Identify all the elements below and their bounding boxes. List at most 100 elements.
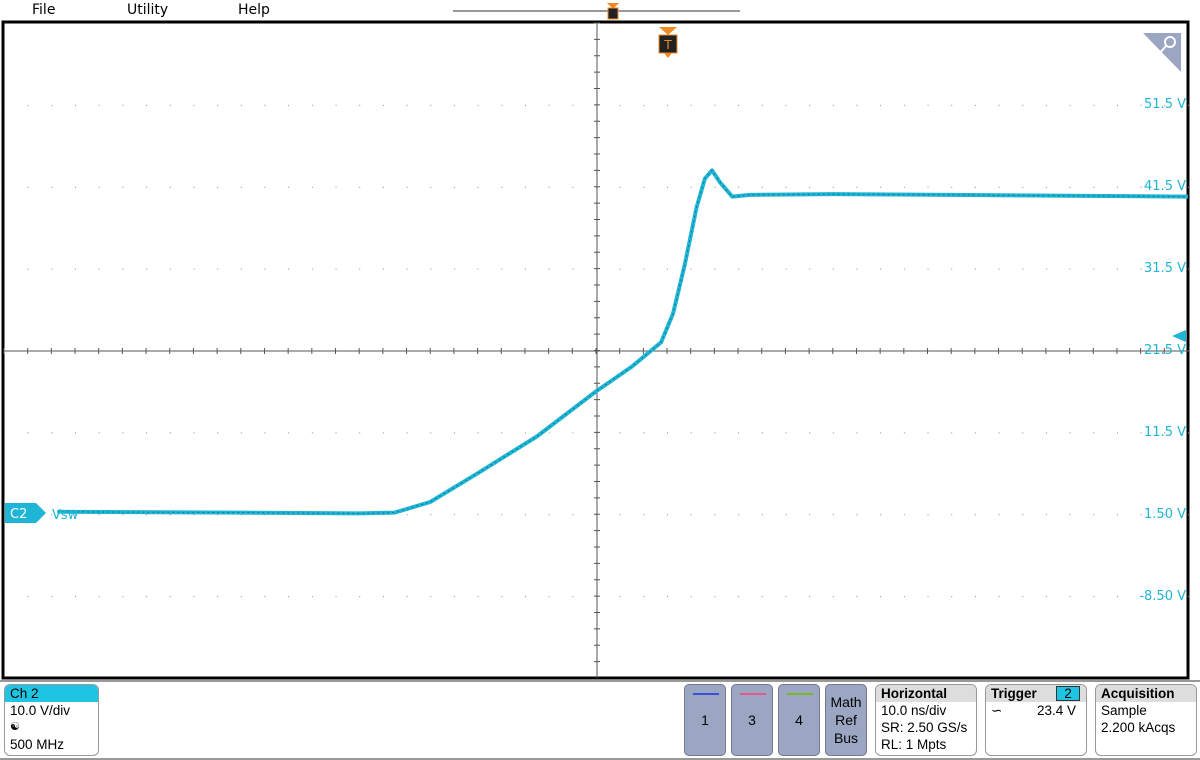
math-ref-bus-button[interactable]: Math Ref Bus: [825, 684, 867, 756]
grid-dot: [122, 596, 124, 598]
grid-dot: [98, 104, 100, 106]
grid-dot: [785, 432, 787, 434]
grid-dot: [1022, 268, 1024, 270]
grid-dot: [51, 104, 53, 106]
trigger-position-marker[interactable]: T: [658, 27, 678, 58]
acquisition-title: Acquisition: [1096, 685, 1196, 702]
acquisition-mode: Sample: [1101, 703, 1147, 718]
grid-dot: [572, 104, 574, 106]
grid-dot: [406, 596, 408, 598]
grid-dot: [998, 514, 1000, 516]
ch2-badge[interactable]: Ch 2 10.0 V/div ☯ 500 MHz: [4, 684, 99, 756]
grid-dot: [146, 186, 148, 188]
grid-dot: [927, 514, 929, 516]
zoom-button[interactable]: [1143, 33, 1181, 72]
grid-dot: [477, 514, 479, 516]
grid-dot: [856, 596, 858, 598]
grid-dot: [27, 186, 29, 188]
grid-dot: [690, 432, 692, 434]
grid-dot: [1069, 514, 1071, 516]
grid-dot: [359, 186, 361, 188]
grid-dot: [75, 432, 77, 434]
grid-dot: [643, 186, 645, 188]
grid-dot: [406, 432, 408, 434]
grid-dot: [998, 186, 1000, 188]
channel-1-button[interactable]: 1: [684, 684, 726, 756]
grid-dot: [690, 596, 692, 598]
grid-dot: [477, 596, 479, 598]
grid-dot: [501, 268, 503, 270]
channel-name-label: Vsw: [52, 508, 79, 523]
grid-dot: [761, 268, 763, 270]
grid-dot: [359, 432, 361, 434]
grid-dot: [430, 104, 432, 106]
grid-dot: [146, 104, 148, 106]
grid-dot: [809, 596, 811, 598]
grid-dot: [667, 432, 669, 434]
grid-dot: [809, 268, 811, 270]
grid-dot: [4, 596, 5, 598]
grid-dot: [619, 432, 621, 434]
grid-dot: [264, 596, 266, 598]
grid-dot: [453, 268, 455, 270]
grid-dot: [667, 268, 669, 270]
grid-dot: [240, 432, 242, 434]
grid-dot: [335, 268, 337, 270]
grid-dot: [146, 432, 148, 434]
grid-dot: [524, 104, 526, 106]
grid-dot: [951, 596, 953, 598]
grid-dot: [430, 432, 432, 434]
grid-dot: [903, 514, 905, 516]
grid-dot: [714, 186, 716, 188]
acquisition-badge[interactable]: Acquisition Sample 2.200 kAcqs: [1095, 684, 1197, 756]
grid-dot: [1022, 186, 1024, 188]
channel-4-button[interactable]: 4: [778, 684, 820, 756]
grid-dot: [785, 596, 787, 598]
grid-dot: [1045, 432, 1047, 434]
channel-marker[interactable]: C2 Vsw: [5, 503, 79, 523]
grid-dot: [382, 596, 384, 598]
grid-dot: [1093, 186, 1095, 188]
grid-dot: [809, 514, 811, 516]
grid-dot: [146, 596, 148, 598]
channel-1-label: 1: [701, 712, 709, 728]
grid-dot: [667, 186, 669, 188]
grid-dot: [477, 268, 479, 270]
grid-dot: [146, 514, 148, 516]
channel-4-label: 4: [795, 712, 803, 728]
grid-dot: [51, 596, 53, 598]
grid-dot: [51, 432, 53, 434]
grid-dot: [240, 268, 242, 270]
grid-dot: [1022, 104, 1024, 106]
grid-dot: [998, 596, 1000, 598]
channel-3-label: 3: [748, 712, 756, 728]
channel-3-button[interactable]: 3: [731, 684, 773, 756]
grid-dot: [951, 104, 953, 106]
grid-dot: [4, 268, 5, 270]
grid-dot: [524, 186, 526, 188]
grid-dot: [880, 432, 882, 434]
grid-dot: [430, 268, 432, 270]
grid-dot: [98, 268, 100, 270]
grid-dot: [169, 514, 171, 516]
grid-dot: [1116, 186, 1118, 188]
grid-dot: [359, 104, 361, 106]
waveform-display[interactable]: T C2 Vsw: [0, 0, 1200, 680]
grid-dot: [1093, 104, 1095, 106]
grid-dot: [572, 514, 574, 516]
grid-dot: [240, 104, 242, 106]
trigger-badge[interactable]: Trigger 2 ∽ 23.4 V: [985, 684, 1087, 756]
grid-dot: [359, 596, 361, 598]
grid-dot: [927, 104, 929, 106]
grid-dot: [217, 104, 219, 106]
grid-dot: [667, 514, 669, 516]
grid-dot: [951, 514, 953, 516]
grid-dot: [51, 268, 53, 270]
horizontal-badge[interactable]: Horizontal 10.0 ns/div SR: 2.50 GS/s RL:…: [875, 684, 977, 756]
grid-dot: [1069, 186, 1071, 188]
grid-dot: [880, 186, 882, 188]
trigger-level-marker[interactable]: [1172, 330, 1186, 342]
grid-dot: [75, 596, 77, 598]
grid-dot: [927, 596, 929, 598]
grid-dot: [667, 104, 669, 106]
